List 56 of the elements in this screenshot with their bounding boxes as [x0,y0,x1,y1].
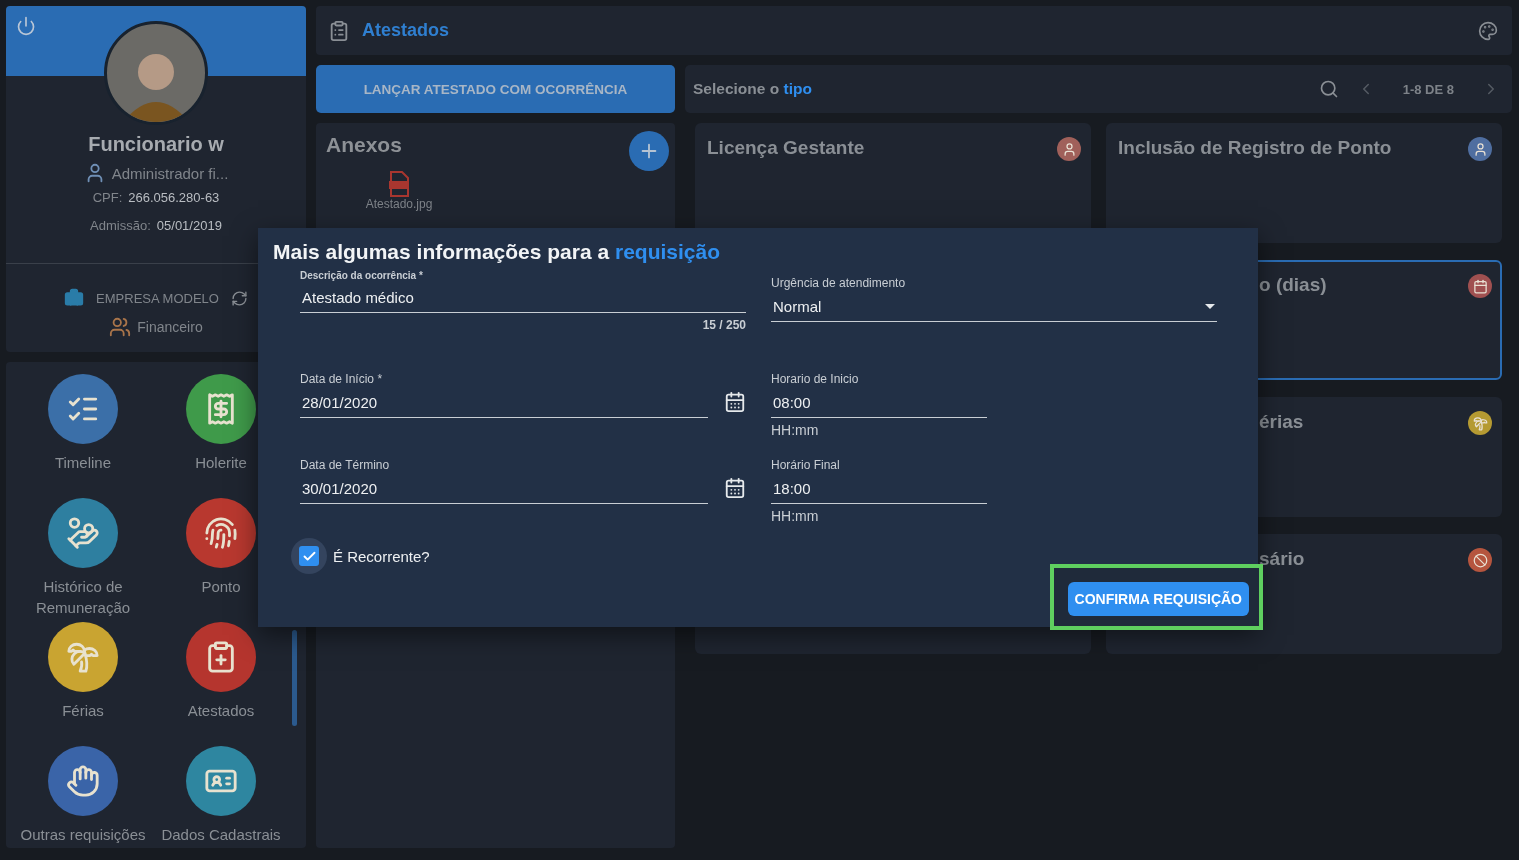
refresh-icon[interactable] [230,289,248,307]
page-title: Atestados [362,20,451,41]
field-label: Data de Início * [300,372,384,386]
field-label: Horário Final [771,458,841,472]
job-role: Administrador fi... [111,164,229,182]
field-hint: HH:mm [771,508,820,524]
power-button[interactable] [16,16,36,36]
menu-item[interactable]: Outras requisições [14,746,152,848]
calendar-icon[interactable] [724,477,746,499]
field-label: Descrição da ocorrência * [300,270,424,281]
field-label: Horario de Inicio [771,372,860,386]
people-icon [109,316,132,338]
pagination-text: 1-8 DE 8 [1402,81,1454,97]
clipboard-icon [328,19,350,42]
caret-icon [1205,304,1215,309]
person-icon [1468,137,1492,161]
field-label: Data de Término [300,458,391,472]
calendar-icon[interactable] [724,391,746,413]
add-button[interactable] [629,131,669,171]
select-field[interactable]: Normal [771,290,1217,322]
character-counter: 15 / 250 [702,318,746,332]
menu-item[interactable]: Timeline [14,374,152,498]
confirm-button[interactable]: CONFIRMA REQUISIÇÃO [1067,582,1249,616]
briefcase-icon [64,288,85,308]
search-icon[interactable] [1318,79,1339,99]
input-field[interactable]: 18:00 [771,472,987,504]
palm-tree-icon [1468,411,1492,435]
request-type-card[interactable]: Inclusão de Registro de Ponto [1106,123,1502,243]
department-name: Financeiro [137,319,203,335]
menu-item[interactable]: Atestados [152,622,290,746]
company-name: EMPRESA MODELO [96,290,219,306]
admission-date: 05/01/2019 [156,218,222,233]
menu-item[interactable]: Dados Cadastrais [152,746,290,848]
input-field[interactable]: 28/01/2020 [300,386,708,418]
dialog-title: Mais algumas informações para a requisição [273,240,722,264]
type-prompt: Selecione o tipo [693,80,813,98]
checkbox-label: É Recorrente? [333,547,430,565]
field-label: Urgência de atendimento [771,276,907,290]
menu-item[interactable]: Histórico de Remuneração [14,498,152,622]
field-hint: HH:mm [771,422,820,438]
input-field[interactable]: 08:00 [771,386,987,418]
no-sign-icon [1468,548,1492,572]
person-icon [1057,137,1081,161]
menu-item[interactable]: Férias [14,622,152,746]
launch-button[interactable]: LANÇAR ATESTADO COM OCORRÊNCIA [316,65,675,113]
checkbox[interactable] [291,538,327,574]
calendar-icon [1468,274,1492,298]
palette-icon[interactable] [1478,20,1498,41]
file-name: Atestado.jpg [365,197,433,211]
employee-name: Funcionario w [88,133,224,156]
input-field[interactable]: Atestado médico [300,281,746,313]
cpf-value: 266.056.280-63 [128,190,220,205]
panel-title: Anexos [326,133,402,157]
admission-label: Admissão: [90,218,151,233]
input-field[interactable]: 30/01/2020 [300,472,708,504]
cpf-label: CPF: [92,190,123,205]
